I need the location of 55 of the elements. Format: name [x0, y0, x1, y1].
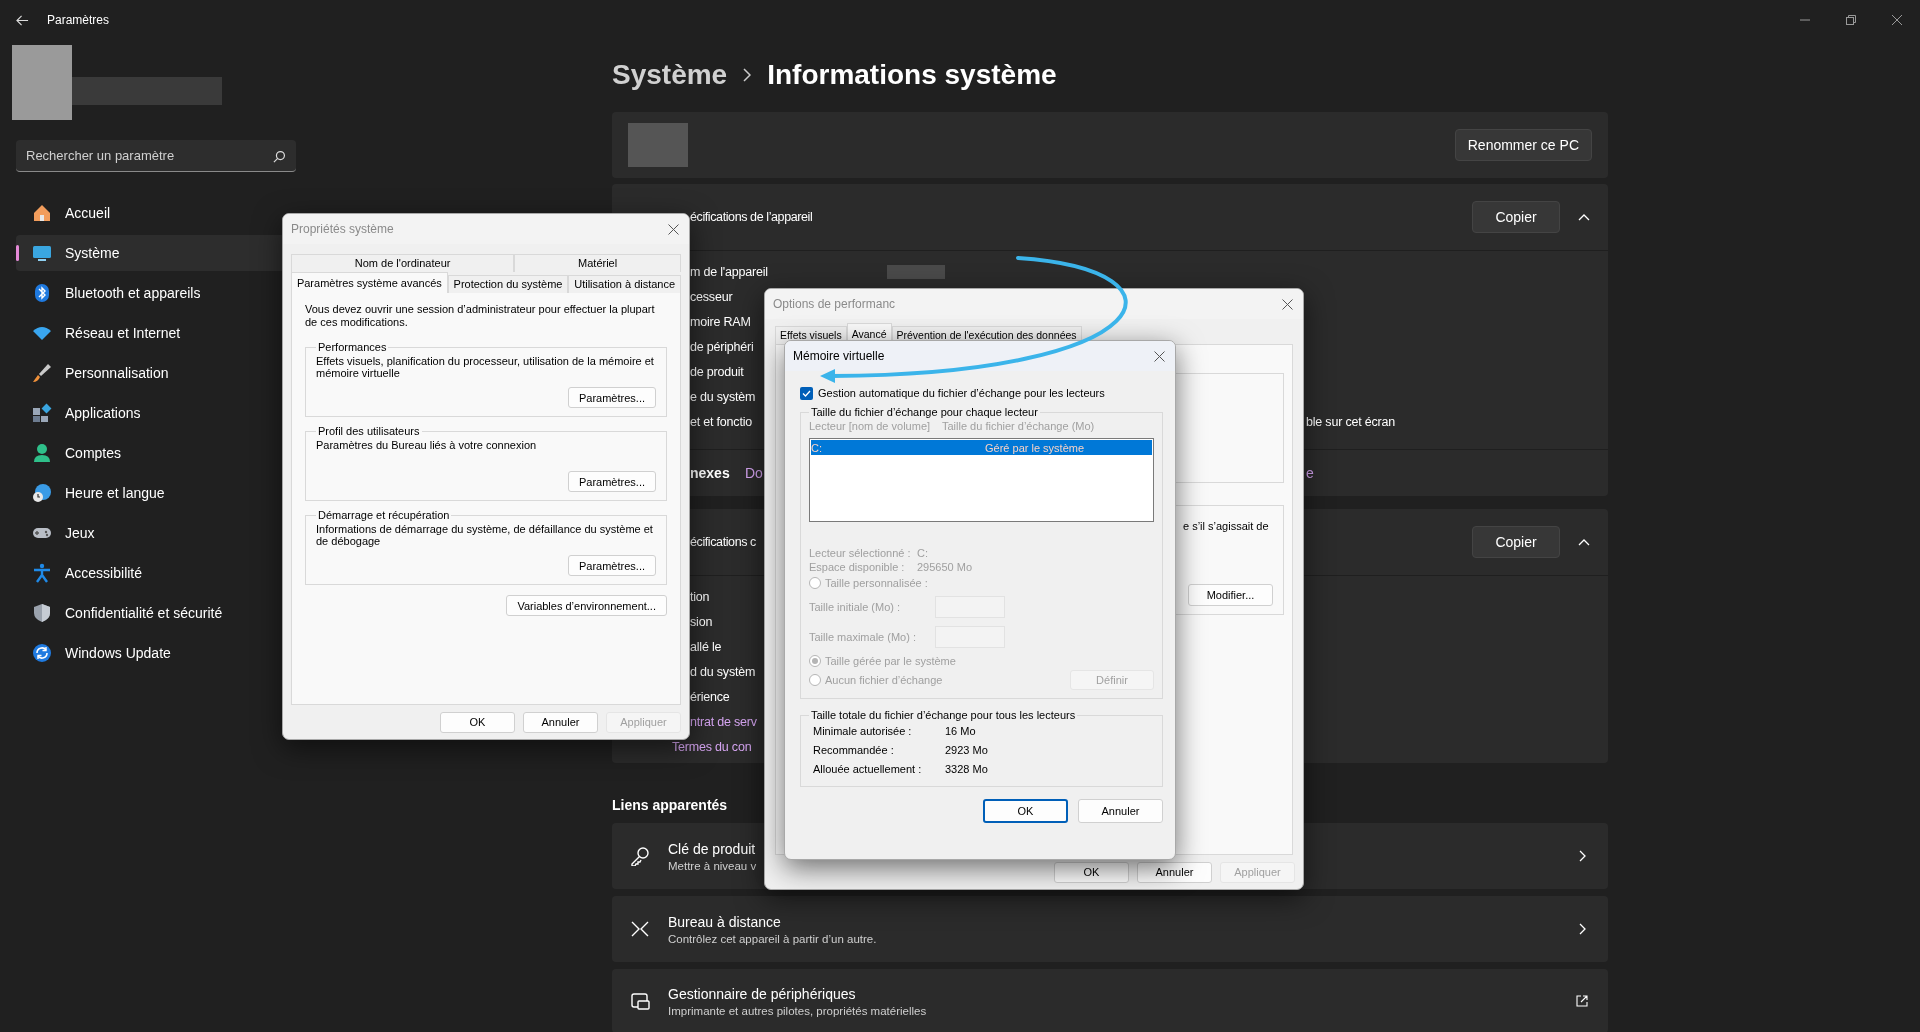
- group-description: Paramètres du Bureau liés à votre connexion: [316, 439, 538, 453]
- dialog-title: Mémoire virtuelle: [793, 349, 885, 363]
- detail-label: Espace disponible :: [809, 561, 906, 573]
- dialog-title: Options de performanc: [773, 297, 896, 311]
- total-value: 2923 Mo: [945, 743, 989, 756]
- spec-label: m de l'appareil: [690, 264, 768, 279]
- group-description: Effets visuels, planification du processeur, utilisation de la mémoire et mémoire virtuelle: [316, 355, 655, 379]
- group-title: Démarrage et récupération: [317, 509, 451, 521]
- spec-label: d du systèm: [690, 664, 756, 679]
- link-title: Bureau à distance: [668, 913, 782, 930]
- detail-value: 295650 Mo: [917, 561, 974, 573]
- total-value: 3328 Mo: [945, 762, 989, 775]
- radio-label: Taille gérée par le système: [825, 655, 956, 667]
- related-links-label: nexes: [690, 465, 731, 481]
- column-header: Taille du fichier d’échange (Mo): [942, 420, 1096, 432]
- total-value: 16 Mo: [945, 724, 977, 737]
- page-title: Informations système: [767, 59, 1057, 91]
- spec-label: allé le: [690, 639, 722, 654]
- total-label: Recommandée :: [813, 743, 895, 756]
- total-label: Allouée actuellement :: [813, 762, 923, 775]
- group-title: Taille du fichier d’échange pour chaque lecteur: [810, 406, 1039, 418]
- section-title: écifications c: [690, 535, 756, 549]
- spec-label: e du systèm: [690, 389, 756, 404]
- spec-label: érience: [690, 689, 730, 704]
- section-heading: Liens apparentés: [612, 796, 728, 815]
- link-description: Contrôlez cet appareil à partir d’un autre.: [668, 932, 878, 945]
- group-title: Profil des utilisateurs: [317, 425, 421, 437]
- dialog-title: Propriétés système: [291, 222, 394, 236]
- spec-label: de périphéri: [690, 339, 754, 354]
- field-label: Taille initiale (Mo) :: [809, 601, 902, 613]
- detail-label: Lecteur sélectionné :: [809, 547, 912, 559]
- detail-value: C:: [917, 547, 929, 559]
- group-description: Informations de démarrage du système, de défaillance du système et de débogage: [316, 523, 654, 547]
- radio-label: Aucun fichier d’échange: [825, 674, 943, 686]
- link-title: Clé de produit: [668, 840, 757, 857]
- section-title: écifications de l’appareil: [690, 210, 813, 224]
- link-title: Gestionnaire de périphériques: [668, 985, 857, 1002]
- link-description: Imprimante et autres pilotes, propriétés matérielles: [668, 1004, 928, 1017]
- group-description: e s’il s’agissait de: [1183, 520, 1270, 532]
- group-title: Taille totale du fichier d’échange pour tous les lecteurs: [810, 709, 1077, 721]
- spec-label: cesseur: [690, 289, 733, 304]
- checkbox-label: Gestion automatique du fichier d’échange pour les lecteurs: [818, 387, 1105, 399]
- group-title: Performances: [317, 341, 388, 353]
- spec-label: et et fonctio: [690, 414, 753, 429]
- total-label: Minimale autorisée :: [813, 724, 913, 737]
- spec-label: tion: [690, 589, 710, 604]
- spec-label: moire RAM: [690, 314, 751, 329]
- column-header: Lecteur [nom de volume]: [809, 420, 932, 432]
- admin-note: Vous devez ouvrir une session d’administrateur pour effectuer la plupart de ces modifications.: [305, 303, 656, 329]
- field-label: Taille maximale (Mo) :: [809, 631, 917, 643]
- spec-value: ble sur cet écran: [1306, 414, 1395, 429]
- window-title: Paramètres: [47, 13, 110, 27]
- spec-label: de produit: [690, 364, 744, 379]
- spec-label: sion: [690, 614, 713, 629]
- radio-label: Taille personnalisée :: [825, 577, 928, 589]
